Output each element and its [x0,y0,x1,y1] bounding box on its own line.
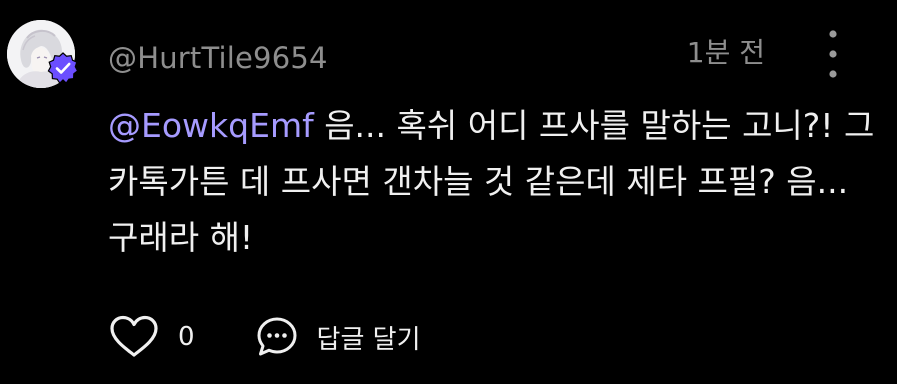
comment: @HurtTile9654 1분 전 @EowkqEmf 음... 혹쉬 어디 … [0,0,897,384]
comment-actions: 0 답글 달기 [108,312,421,362]
speech-bubble-icon [257,317,297,356]
reply-button[interactable]: 답글 달기 [255,315,421,359]
timestamp: 1분 전 [686,36,765,69]
avatar-container[interactable] [7,20,79,90]
author-name[interactable]: @HurtTile9654 [108,38,328,78]
like-button[interactable]: 0 [108,315,195,359]
verified-badge-icon [47,52,79,85]
heart-outline-icon [110,315,158,357]
like-count: 0 [178,322,195,352]
reply-label: 답글 달기 [316,324,421,355]
comment-body: @EowkqEmf 음... 혹쉬 어디 프사를 말하는 고니?! 그 카톡가튼… [108,98,883,266]
more-options-button[interactable] [818,26,848,84]
more-vertical-icon [829,30,837,78]
mention-link[interactable]: @EowkqEmf [108,106,314,145]
